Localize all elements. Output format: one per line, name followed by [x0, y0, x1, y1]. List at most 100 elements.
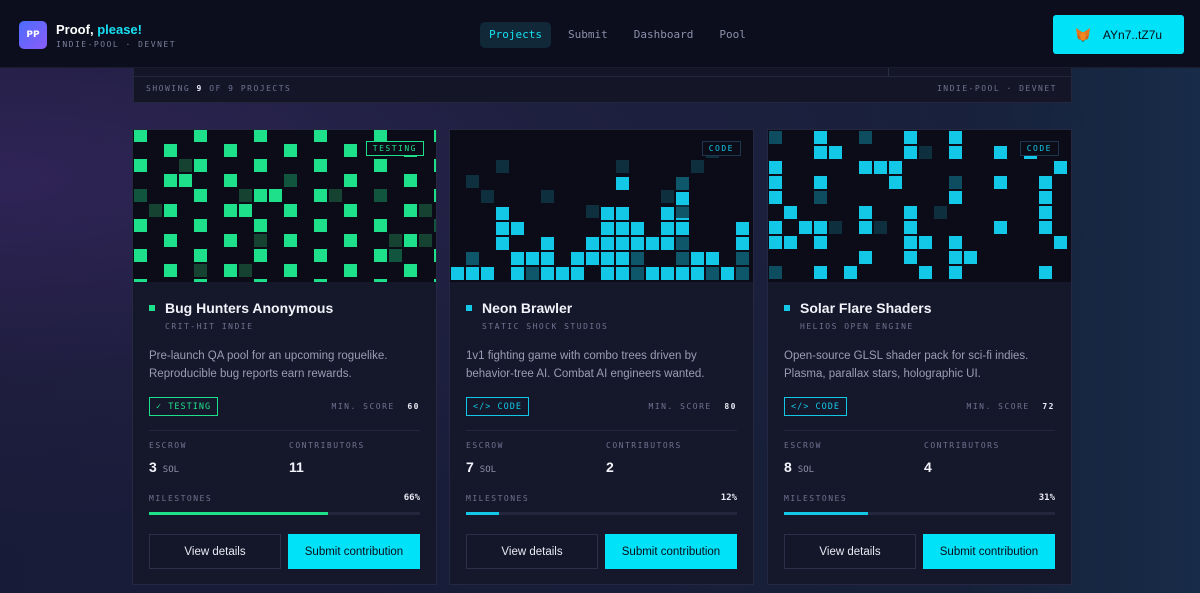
- pixel-cell: [769, 131, 782, 144]
- project-title[interactable]: Bug Hunters Anonymous: [165, 300, 333, 316]
- pixel-cell: [314, 219, 327, 232]
- view-details-button[interactable]: View details: [784, 534, 916, 569]
- pixel-cell: [389, 234, 402, 247]
- escrow-amount: 8: [784, 459, 792, 475]
- escrow-label: ESCROW: [466, 441, 504, 450]
- pixel-cell: [829, 146, 842, 159]
- showing-mid: OF: [209, 84, 222, 93]
- pixel-cell: [949, 131, 962, 144]
- pixel-cell: [254, 219, 267, 232]
- pixel-cell: [736, 267, 749, 280]
- project-card-neon-brawler[interactable]: CODE Neon Brawler STATIC SHOCK STUDIOS 1…: [449, 129, 754, 585]
- pixel-cell: [224, 234, 237, 247]
- pixel-cell: [149, 204, 162, 217]
- pixel-cell: [904, 236, 917, 249]
- min-score-value: 60: [407, 402, 420, 411]
- pixel-cell: [496, 207, 509, 220]
- pixel-cell: [1039, 176, 1052, 189]
- nav-submit[interactable]: Submit: [559, 22, 617, 48]
- pixel-cell: [451, 267, 464, 280]
- pixel-cell: [434, 249, 436, 262]
- min-score: MIN. SCORE 60: [332, 402, 420, 411]
- pixel-cell: [496, 160, 509, 173]
- pixel-cell: [134, 279, 147, 282]
- milestones-label: MILESTONES: [784, 494, 848, 503]
- pixel-cell: [814, 191, 827, 204]
- pixel-cell: [814, 176, 827, 189]
- project-title-row: Neon Brawler: [466, 300, 572, 316]
- pixel-cell: [994, 146, 1007, 159]
- pixel-cell: [601, 207, 614, 220]
- view-details-button[interactable]: View details: [149, 534, 281, 569]
- min-score-label: MIN. SCORE: [966, 402, 1030, 411]
- pixel-cell: [706, 252, 719, 265]
- nav-pool[interactable]: Pool: [710, 22, 755, 48]
- pixel-cell: [224, 264, 237, 277]
- contributors-label: CONTRIBUTORS: [289, 441, 365, 450]
- pixel-cell: [284, 234, 297, 247]
- pixel-cell: [949, 236, 962, 249]
- project-card-solar-flare[interactable]: CODE Solar Flare Shaders HELIOS OPEN ENG…: [767, 129, 1072, 585]
- pixel-cell: [994, 176, 1007, 189]
- pixel-cell: [254, 279, 267, 282]
- pixel-cell: [949, 146, 962, 159]
- pixel-cell: [541, 237, 554, 250]
- project-title[interactable]: Neon Brawler: [482, 300, 572, 316]
- escrow-amount: 3: [149, 459, 157, 475]
- pixel-cell: [814, 221, 827, 234]
- view-details-button[interactable]: View details: [466, 534, 598, 569]
- pixel-cell: [691, 267, 704, 280]
- submit-contribution-button[interactable]: Submit contribution: [923, 534, 1055, 569]
- pixel-cell: [194, 130, 207, 142]
- project-title[interactable]: Solar Flare Shaders: [800, 300, 932, 316]
- pixel-cell: [1039, 266, 1052, 279]
- submit-contribution-button[interactable]: Submit contribution: [605, 534, 737, 569]
- pixel-cell: [284, 174, 297, 187]
- network-label: INDIE-POOL · DEVNET: [936, 84, 1057, 93]
- contributors-value: 2: [606, 459, 614, 475]
- pixel-cell: [889, 176, 902, 189]
- pixel-cell: [526, 267, 539, 280]
- pixel-cell: [691, 252, 704, 265]
- milestones-percent: 66%: [403, 493, 420, 503]
- min-score: MIN. SCORE 80: [649, 402, 737, 411]
- pixel-cell: [661, 222, 674, 235]
- pixel-cell: [829, 221, 842, 234]
- pixel-cell: [224, 174, 237, 187]
- pixel-cell: [889, 161, 902, 174]
- submit-contribution-button[interactable]: Submit contribution: [288, 534, 420, 569]
- pixel-cell: [934, 206, 947, 219]
- escrow-unit: SOL: [479, 465, 497, 475]
- pixel-cell: [481, 267, 494, 280]
- pixel-cell: [616, 177, 629, 190]
- pixel-cell: [661, 190, 674, 203]
- pixel-cell: [874, 221, 887, 234]
- pixel-cell: [676, 237, 689, 250]
- app-subtitle: INDIE-POOL · DEVNET: [56, 40, 177, 49]
- nav-dashboard[interactable]: Dashboard: [625, 22, 703, 48]
- pixel-cell: [601, 237, 614, 250]
- pixel-cell: [254, 189, 267, 202]
- pixel-cell: [134, 219, 147, 232]
- nav-projects[interactable]: Projects: [480, 22, 551, 48]
- pixel-cell: [676, 252, 689, 265]
- pixel-cell: [224, 204, 237, 217]
- pixel-cell: [404, 234, 417, 247]
- wallet-button[interactable]: AYn7..tZ7u: [1053, 15, 1184, 54]
- pixel-cell: [314, 279, 327, 282]
- pixel-cell: [859, 161, 872, 174]
- filter-bar-divider-line: [134, 76, 1071, 77]
- pixel-cell: [404, 264, 417, 277]
- escrow-value: 7 SOL: [466, 459, 496, 475]
- pixel-cell: [239, 264, 252, 277]
- project-card-bug-hunters[interactable]: TESTING Bug Hunters Anonymous CRIT-HIT I…: [132, 129, 437, 585]
- top-navbar: PP Proof, please! INDIE-POOL · DEVNET Pr…: [0, 0, 1200, 68]
- showing-count: SHOWING 9 OF 9 PROJECTS: [146, 84, 291, 93]
- pixel-cell: [904, 206, 917, 219]
- app-title: Proof, please!: [56, 22, 142, 37]
- pixel-cell: [904, 131, 917, 144]
- pixel-cell: [769, 266, 782, 279]
- app-logo[interactable]: PP: [19, 21, 47, 49]
- pixel-cell: [164, 174, 177, 187]
- pixel-cell: [919, 146, 932, 159]
